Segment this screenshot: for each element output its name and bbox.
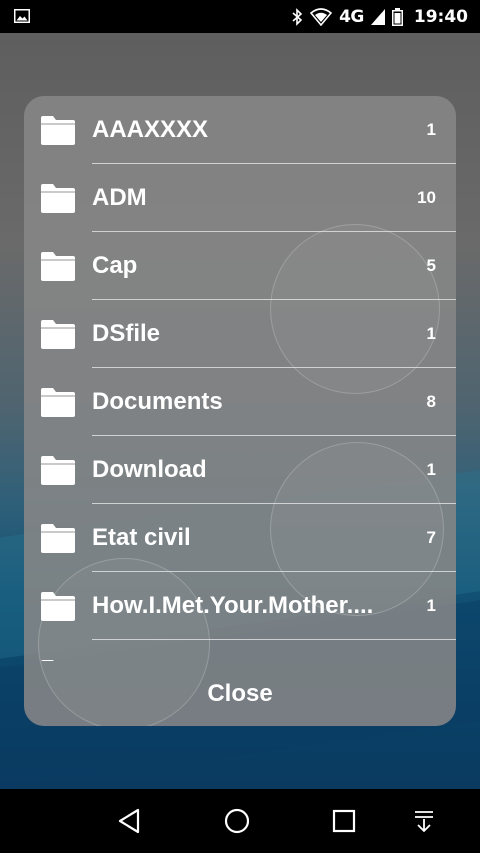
recents-icon[interactable]: [328, 805, 360, 837]
status-bar: 4G 19:40: [0, 0, 480, 33]
bluetooth-icon: [292, 7, 303, 26]
folder-icon: [41, 456, 75, 485]
folder-item-count: 10: [417, 188, 436, 207]
folder-name: Documents: [92, 388, 223, 415]
folder-item-count: 1: [426, 460, 436, 479]
folder-item-count: 8: [426, 392, 436, 411]
list-item[interactable]: How.I.Met.Your.Mother.... 1: [24, 572, 456, 640]
list-item[interactable]: ADM 10: [24, 164, 456, 232]
signal-icon: [370, 8, 385, 25]
folder-name: AAAXXXX: [92, 116, 209, 143]
folder-list[interactable]: AAAXXXX 1 ADM 10 Cap 5 DSfile 1 Document…: [24, 96, 456, 661]
notifications-dropdown-icon[interactable]: [408, 805, 440, 837]
folder-name: ADM: [92, 184, 147, 211]
folder-name: How.I.Met.Your.Mother....: [92, 592, 374, 619]
folder-icon: [41, 184, 75, 213]
folder-item-count: 1: [426, 596, 436, 615]
folder-icon: [41, 524, 75, 553]
folder-item-count: 1: [426, 324, 436, 343]
wifi-icon: [310, 7, 333, 26]
clock: 19:40: [413, 6, 468, 27]
list-item[interactable]: AAAXXXX 1: [24, 96, 456, 164]
list-item[interactable]: Etat civil 7: [24, 504, 456, 572]
close-button[interactable]: Close: [24, 661, 456, 726]
folder-item-count: 7: [426, 528, 436, 547]
navigation-bar: [0, 789, 480, 853]
list-item[interactable]: DSfile 1: [24, 300, 456, 368]
list-item[interactable]: Cap 5: [24, 232, 456, 300]
gallery-icon: [14, 9, 30, 23]
back-icon[interactable]: [114, 805, 146, 837]
folder-icon: [41, 252, 75, 281]
folder-picker-dialog: AAAXXXX 1 ADM 10 Cap 5 DSfile 1 Document…: [24, 96, 456, 726]
list-item[interactable]: [24, 640, 456, 661]
folder-icon: [41, 388, 75, 417]
home-icon[interactable]: [221, 805, 253, 837]
folder-name: DSfile: [92, 320, 161, 347]
list-item[interactable]: Download 1: [24, 436, 456, 504]
network-type-label: 4G: [339, 6, 364, 27]
folder-name: Cap: [92, 252, 138, 279]
folder-name: Etat civil: [92, 524, 191, 551]
folder-name: Download: [92, 456, 207, 483]
folder-icon: [41, 320, 75, 349]
list-item[interactable]: Documents 8: [24, 368, 456, 436]
battery-icon: [391, 7, 403, 26]
folder-icon: [41, 116, 75, 145]
folder-icon: [41, 592, 75, 621]
folder-item-count: 1: [426, 120, 436, 139]
folder-item-count: 5: [426, 256, 436, 275]
